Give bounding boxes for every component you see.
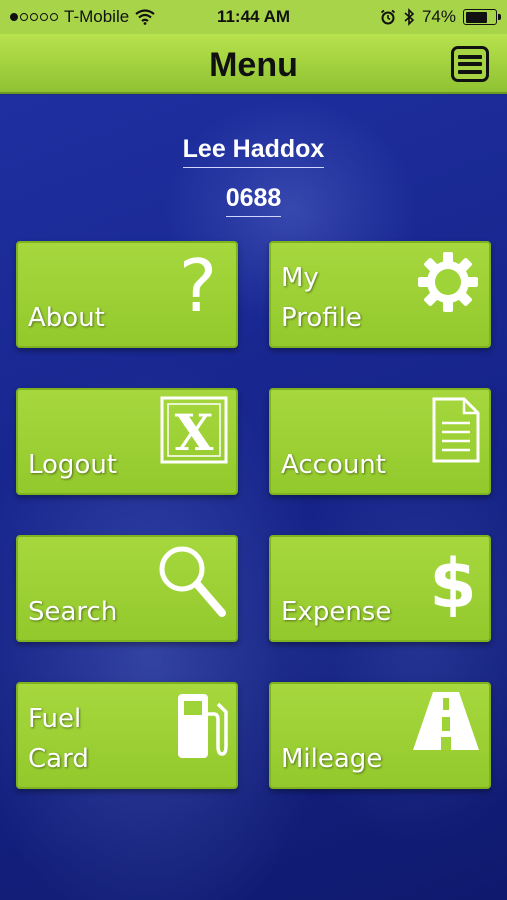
svg-text:X: X bbox=[175, 403, 214, 462]
account-tile[interactable]: Account bbox=[269, 388, 491, 495]
user-name: Lee Haddox bbox=[0, 135, 507, 168]
hamburger-menu-button[interactable] bbox=[451, 46, 489, 82]
my-profile-tile[interactable]: My Profile bbox=[269, 241, 491, 348]
fuel-card-tile[interactable]: Fuel Card bbox=[16, 682, 238, 789]
about-tile[interactable]: ? About bbox=[16, 241, 238, 348]
magnifier-icon bbox=[156, 543, 228, 617]
about-label: About bbox=[28, 303, 105, 333]
bluetooth-icon bbox=[404, 8, 415, 26]
battery-percent: 74% bbox=[421, 7, 456, 26]
gear-icon bbox=[415, 249, 481, 315]
dollar-icon: $ bbox=[425, 543, 481, 619]
question-mark-icon: ? bbox=[168, 249, 228, 319]
search-label: Search bbox=[28, 597, 118, 627]
status-right: 74% bbox=[380, 7, 501, 27]
battery-icon bbox=[463, 9, 501, 25]
fuel-pump-icon bbox=[174, 690, 228, 762]
expense-tile[interactable]: $ Expense bbox=[269, 535, 491, 642]
x-box-icon: X bbox=[160, 396, 228, 464]
document-icon bbox=[431, 396, 481, 464]
user-id: 0688 bbox=[0, 184, 507, 217]
alarm-icon bbox=[380, 9, 396, 25]
my-profile-label: My Profile bbox=[281, 263, 362, 333]
search-tile[interactable]: Search bbox=[16, 535, 238, 642]
hamburger-menu-icon bbox=[458, 54, 482, 59]
mileage-tile[interactable]: Mileage bbox=[269, 682, 491, 789]
expense-label: Expense bbox=[281, 597, 392, 627]
road-icon bbox=[411, 690, 481, 752]
nav-bar: Menu bbox=[0, 34, 507, 94]
account-label: Account bbox=[281, 450, 386, 480]
menu-content: Lee Haddox 0688 ? About My Profile X Log… bbox=[0, 95, 507, 900]
page-title: Menu bbox=[209, 46, 298, 84]
logout-label: Logout bbox=[28, 450, 118, 480]
battery-fill bbox=[465, 11, 487, 23]
svg-text:?: ? bbox=[179, 249, 217, 319]
svg-text:$: $ bbox=[429, 545, 476, 619]
status-bar: T-Mobile 11:44 AM 74% bbox=[0, 0, 507, 34]
logout-tile[interactable]: X Logout bbox=[16, 388, 238, 495]
mileage-label: Mileage bbox=[281, 744, 383, 774]
fuel-card-label: Fuel Card bbox=[28, 704, 89, 774]
